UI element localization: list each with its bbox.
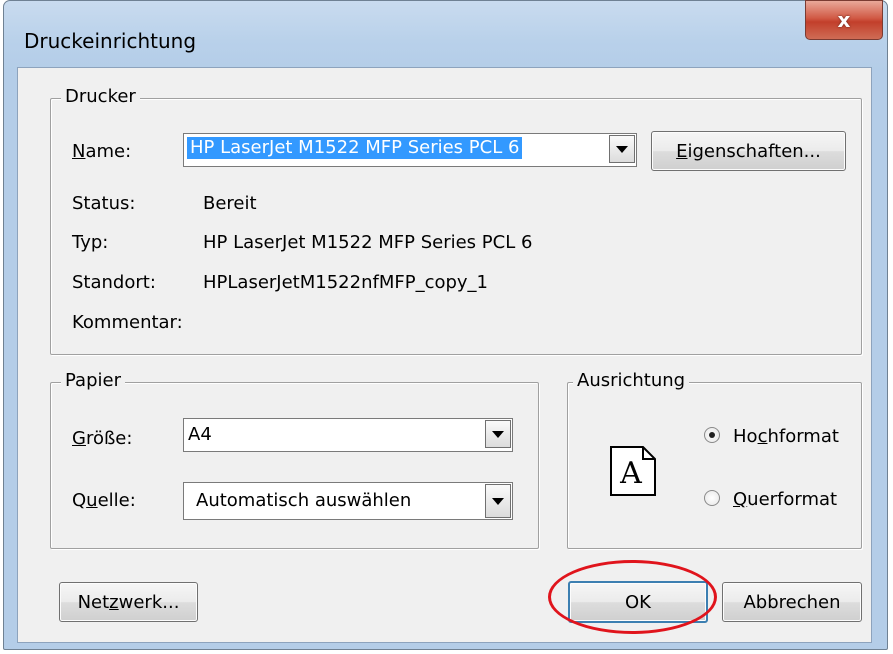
comment-label: Kommentar: xyxy=(72,312,183,333)
landscape-label[interactable]: Querformat xyxy=(733,489,837,510)
cancel-button[interactable]: Abbrechen xyxy=(722,582,862,622)
radio-selected-dot xyxy=(709,432,715,438)
portrait-radio[interactable] xyxy=(704,427,720,443)
status-value: Bereit xyxy=(203,193,257,214)
chevron-down-icon xyxy=(616,145,628,153)
size-label: Größe: xyxy=(72,428,133,449)
paper-source-value: Automatisch auswählen xyxy=(196,490,412,511)
paper-group: Papier xyxy=(50,370,539,549)
chevron-down-icon xyxy=(492,497,504,505)
properties-button[interactable]: Eigenschaften... xyxy=(651,131,846,171)
paper-size-dropdown-arrow[interactable] xyxy=(485,420,511,448)
ok-button[interactable]: OK xyxy=(568,581,708,623)
paper-source-select[interactable]: Automatisch auswählen xyxy=(183,482,513,520)
portrait-page-icon: A xyxy=(610,446,656,496)
dialog-title: Druckeinrichtung xyxy=(24,29,197,53)
printer-name-dropdown-arrow[interactable] xyxy=(609,135,635,163)
properties-button-label: Eigenschaften... xyxy=(676,140,821,162)
close-button[interactable]: x xyxy=(805,0,883,40)
location-label: Standort: xyxy=(72,272,156,293)
name-label: Name: xyxy=(72,141,132,162)
cancel-button-label: Abbrechen xyxy=(743,591,841,613)
location-value: HPLaserJetM1522nfMFP_copy_1 xyxy=(203,272,489,293)
paper-source-dropdown-arrow[interactable] xyxy=(485,484,511,518)
type-label: Typ: xyxy=(72,232,109,253)
network-button[interactable]: Netzwerk... xyxy=(59,582,198,622)
type-value: HP LaserJet M1522 MFP Series PCL 6 xyxy=(203,232,533,253)
paper-group-legend: Papier xyxy=(61,370,125,391)
orientation-group-legend: Ausrichtung xyxy=(573,370,690,391)
ok-button-label: OK xyxy=(625,591,651,613)
status-label: Status: xyxy=(72,193,136,214)
close-icon: x xyxy=(837,8,851,32)
paper-size-value: A4 xyxy=(188,424,212,445)
page-icon-letter: A xyxy=(619,456,642,491)
source-label: Quelle: xyxy=(72,490,136,511)
printer-name-value: HP LaserJet M1522 MFP Series PCL 6 xyxy=(187,137,523,159)
paper-size-select[interactable]: A4 xyxy=(183,418,513,452)
landscape-radio[interactable] xyxy=(704,490,720,506)
printer-group-legend: Drucker xyxy=(61,86,140,107)
printer-name-select[interactable]: HP LaserJet M1522 MFP Series PCL 6 xyxy=(183,133,637,167)
chevron-down-icon xyxy=(492,430,504,438)
portrait-label[interactable]: Hochformat xyxy=(733,426,839,447)
network-button-label: Netzwerk... xyxy=(77,591,180,613)
